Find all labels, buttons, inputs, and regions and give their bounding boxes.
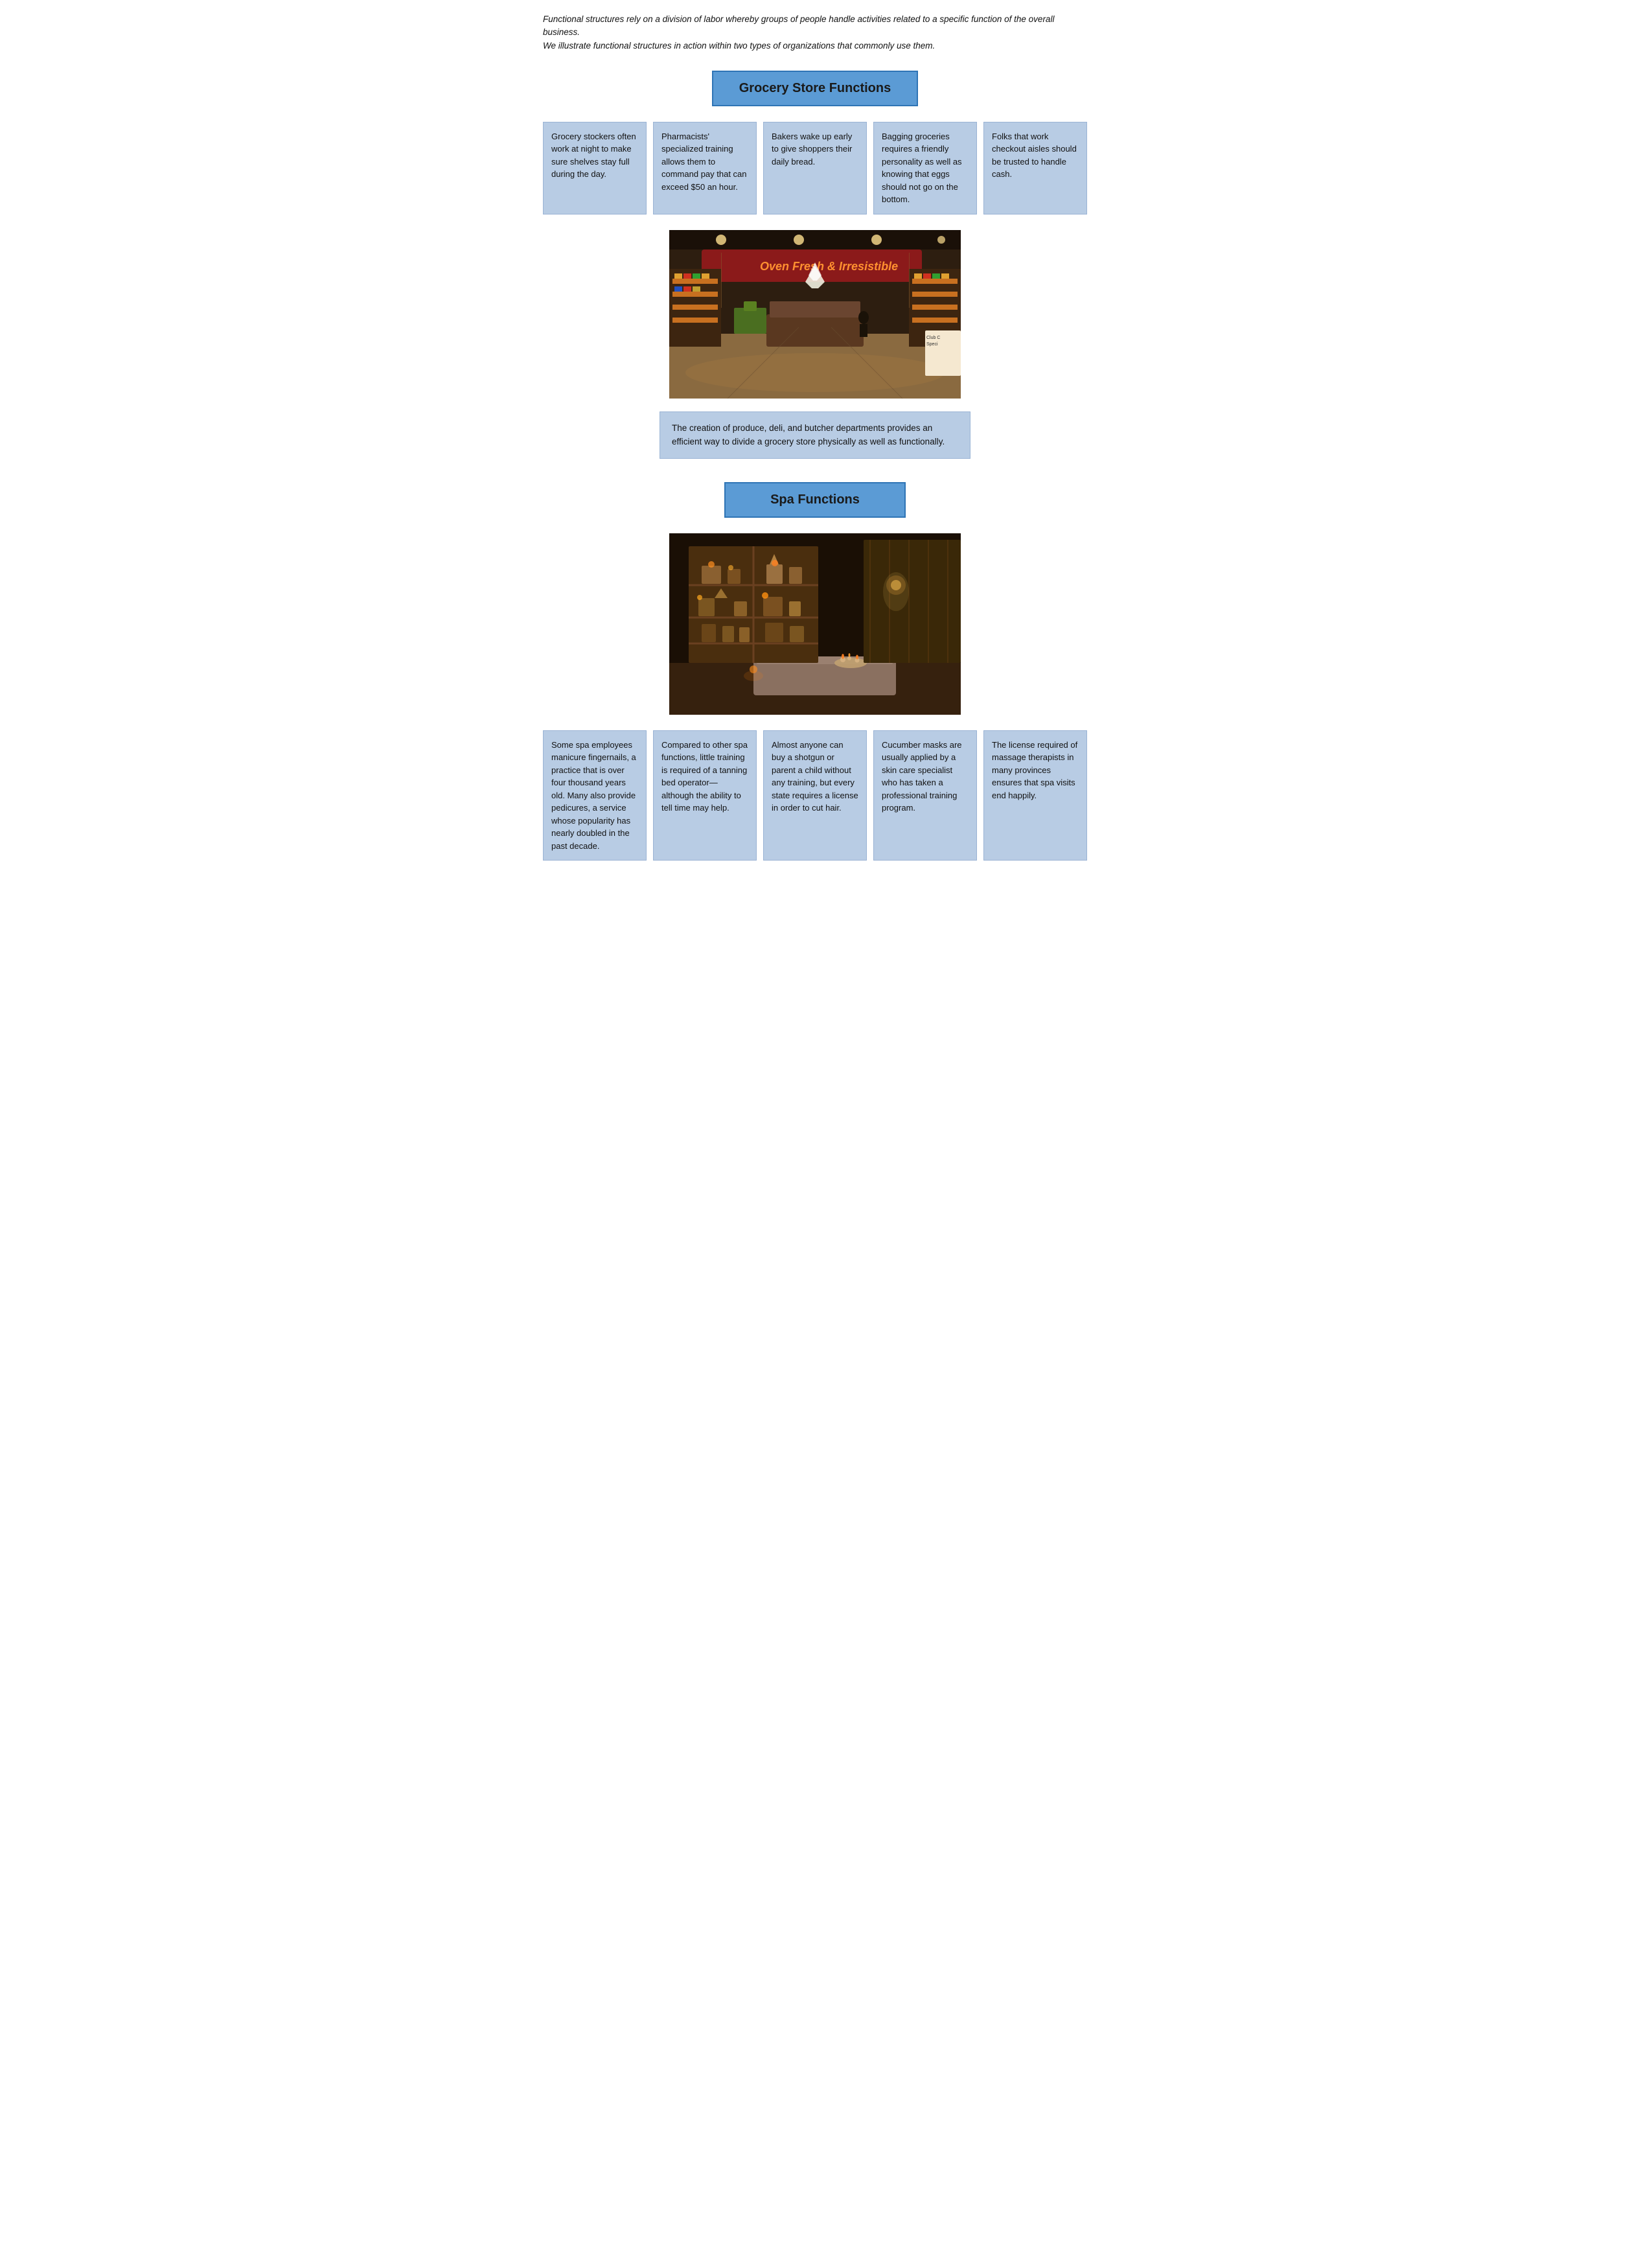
grocery-section-header: Grocery Store Functions bbox=[543, 71, 1087, 106]
spa-card-1: Some spa employees manicure fingernails,… bbox=[543, 730, 647, 861]
spa-section: Spa Functions bbox=[543, 482, 1087, 861]
svg-text:Speci: Speci bbox=[926, 342, 938, 347]
spa-title: Spa Functions bbox=[724, 482, 906, 518]
grocery-cards-row: Grocery stockers often work at night to … bbox=[543, 122, 1087, 214]
intro-paragraph: Functional structures rely on a division… bbox=[543, 13, 1087, 52]
grocery-title: Grocery Store Functions bbox=[712, 71, 919, 106]
svg-text:Oven Fresh & Irresistible: Oven Fresh & Irresistible bbox=[760, 260, 898, 273]
spa-card-5: The license required of massage therapis… bbox=[983, 730, 1087, 861]
spa-image-container bbox=[543, 533, 1087, 715]
svg-text:Club C: Club C bbox=[926, 336, 940, 340]
spa-card-3: Almost anyone can buy a shotgun or paren… bbox=[763, 730, 867, 861]
spa-card-2: Compared to other spa functions, little … bbox=[653, 730, 757, 861]
spa-interior-image bbox=[669, 533, 961, 715]
spa-card-4: Cucumber masks are usually applied by a … bbox=[873, 730, 977, 861]
grocery-card-5: Folks that work checkout aisles should b… bbox=[983, 122, 1087, 214]
grocery-caption: The creation of produce, deli, and butch… bbox=[660, 411, 970, 459]
grocery-card-2: Pharmacists' specialized training allows… bbox=[653, 122, 757, 214]
grocery-card-1: Grocery stockers often work at night to … bbox=[543, 122, 647, 214]
spa-section-header: Spa Functions bbox=[543, 482, 1087, 518]
grocery-store-image: Oven Fresh & Irresistible Club bbox=[669, 230, 961, 399]
grocery-card-4: Bagging groceries requires a friendly pe… bbox=[873, 122, 977, 214]
grocery-image-container: Oven Fresh & Irresistible Club bbox=[543, 230, 1087, 399]
grocery-card-3: Bakers wake up early to give shoppers th… bbox=[763, 122, 867, 214]
spa-cards-row: Some spa employees manicure fingernails,… bbox=[543, 730, 1087, 861]
